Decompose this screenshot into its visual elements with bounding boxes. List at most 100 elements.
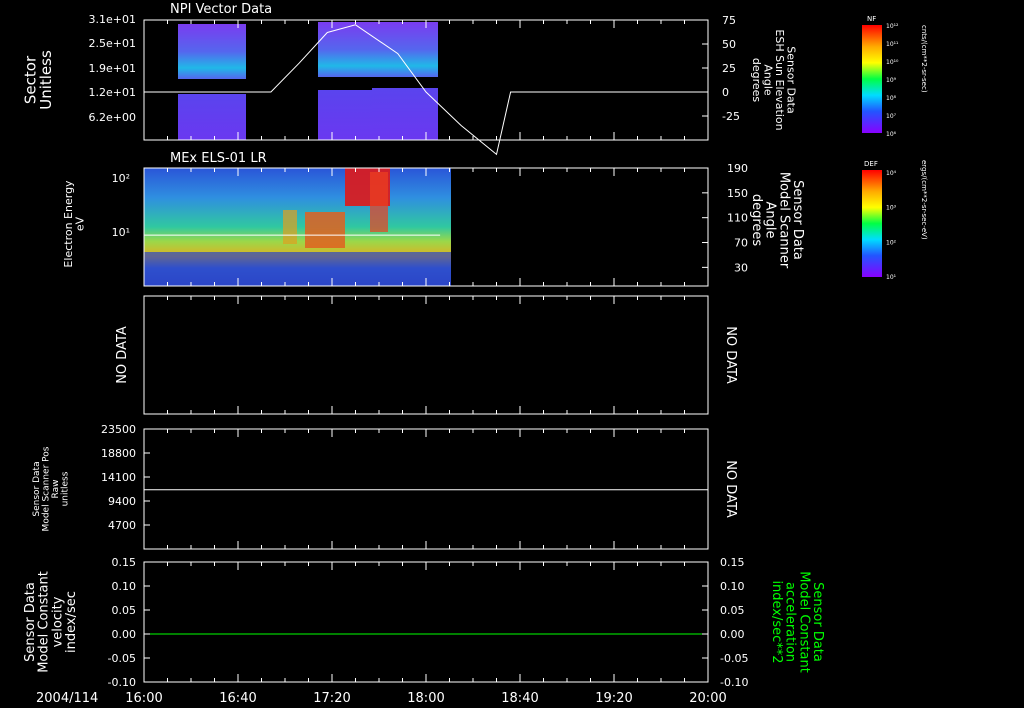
axis-title-left: Sensor DataModel Constantvelocityindex/s… <box>23 571 79 673</box>
ytick-label: 70 <box>734 237 748 250</box>
x-tick-label: 17:20 <box>313 691 350 706</box>
ytick-label: -0.10 <box>720 676 748 689</box>
x-tick-label: 16:00 <box>125 691 162 706</box>
ytick-label: 0 <box>722 86 729 99</box>
ytick-label: 0.05 <box>112 604 137 617</box>
axis-title-right: Sensor DataModel ScannerAngledegrees <box>749 172 805 269</box>
ytick-label: 14100 <box>101 471 136 484</box>
axis-title-right: Sensor DataModel Constantaccelerationind… <box>769 571 825 673</box>
colorbar-nf: NF 10¹² 10¹¹ 10¹⁰ 10⁹ 10⁸ 10⁷ 10⁶ cnts/(cm**2-… <box>862 15 928 138</box>
ytick-labels-left: 3.1e+01 2.5e+01 1.9e+01 1.2e+01 6.2e+00 <box>89 13 136 124</box>
ytick-label: 0.00 <box>720 628 745 641</box>
panel-frame <box>143 428 709 550</box>
colorbar-tick: 10⁴ <box>886 170 897 177</box>
panel-model-constant: 0.150.100.050.00-0.05-0.10 0.150.100.050… <box>23 556 825 689</box>
axis-title-line: degrees <box>749 194 764 247</box>
mex-time-series-plot: NPI Vector Data 3.1e+01 2.5e+01 1.9e+01 1.2… <box>21 2 928 706</box>
colorbar-def: DEF 10⁴ 10³ 10² 10¹ ergs/(cm**2-sr-sec-eV) <box>862 160 928 281</box>
axis-title-right: Sensor DataESH Sun ElevationAngledegrees <box>750 29 798 130</box>
els-hotspot <box>370 172 388 232</box>
panel-npi: NPI Vector Data 3.1e+01 2.5e+01 1.9e+01 1.2… <box>21 2 798 156</box>
ytick-label: 0.10 <box>112 580 137 593</box>
ytick-labels-left: 23500 18800 14100 9400 4700 <box>101 423 150 532</box>
colorbar-ticks: 10⁴ 10³ 10² 10¹ <box>886 170 897 281</box>
axis-title-line: degrees <box>750 58 763 103</box>
ytick-label: 9400 <box>108 495 136 508</box>
colorbar-tick: 10⁸ <box>886 95 897 102</box>
axis-title-line: Unitless <box>37 50 55 110</box>
ytick-label: 10¹ <box>112 226 130 239</box>
ytick-label: 75 <box>722 14 736 27</box>
colorbar-tick: 10⁷ <box>886 113 897 120</box>
ytick-label: 0.10 <box>720 580 745 593</box>
ytick-label: 25 <box>722 62 736 75</box>
x-tick-label: 18:00 <box>407 691 444 706</box>
colorbar-tick: 10⁶ <box>886 131 897 138</box>
x-tick-label: 19:20 <box>595 691 632 706</box>
els-hotspot <box>305 212 345 248</box>
axis-title-line: unitless <box>60 471 70 506</box>
ytick-label: 110 <box>727 212 748 225</box>
colorbar-tick: 10² <box>886 239 897 246</box>
ytick-label: -0.05 <box>108 652 136 665</box>
panel-frame <box>143 295 709 415</box>
axis-title-left: Electron EnergyeV <box>62 180 87 268</box>
colorbar-tick: 10¹⁰ <box>886 59 899 66</box>
ytick-label: 2.5e+01 <box>89 37 136 50</box>
ytick-label: 10² <box>112 172 130 185</box>
colorbar-label: NF <box>867 15 876 23</box>
ytick-label: 150 <box>727 187 748 200</box>
npi-block <box>372 22 438 77</box>
ytick-labels-right: 190 150 110 70 30 <box>702 162 748 274</box>
els-hotspot <box>283 210 297 244</box>
panel-els: MEx ELS-01 LR 10² 10¹ 190 150 110 70 30 Elect… <box>62 151 805 287</box>
els-band <box>144 252 451 286</box>
ytick-label: 4700 <box>108 519 136 532</box>
no-data-right: NO DATA <box>723 460 738 518</box>
ytick-label: 18800 <box>101 447 136 460</box>
x-tick-label: 16:40 <box>219 691 256 706</box>
x-tick-labels: 16:00 16:40 17:20 18:00 18:40 19:20 20:00 <box>125 691 726 706</box>
panel-empty: NO DATA NO DATA <box>115 295 738 415</box>
colorbar-label: DEF <box>864 160 878 168</box>
npi-block <box>178 24 246 79</box>
ytick-label: 6.2e+00 <box>89 111 136 124</box>
colorbar-tick: 10¹¹ <box>886 41 899 48</box>
no-data-right: NO DATA <box>723 326 738 384</box>
colorbar-gradient <box>862 25 882 133</box>
npi-block <box>318 90 372 140</box>
date-label: 2004/114 <box>36 691 98 706</box>
ytick-label: 0.15 <box>112 556 137 569</box>
no-data-left: NO DATA <box>115 326 130 384</box>
npi-data-blocks <box>178 22 438 140</box>
colorbar-tick: 10¹ <box>886 274 897 281</box>
x-axis: 2004/114 16:00 16:40 17:20 18:00 18:40 19:20 2… <box>36 691 727 706</box>
ytick-label: 0.00 <box>112 628 137 641</box>
npi-block <box>372 88 438 140</box>
npi-block <box>178 94 246 140</box>
panel-frame <box>143 561 709 683</box>
ytick-labels-right: 0.15 0.10 0.05 0.00 -0.05 -0.10 <box>702 556 748 689</box>
ytick-label: 190 <box>727 162 748 175</box>
ytick-label: -0.05 <box>720 652 748 665</box>
colorbar-unit: ergs/(cm**2-sr-sec-eV) <box>920 160 928 240</box>
ytick-labels-left: 10² 10¹ <box>112 172 130 239</box>
colorbar-gradient <box>862 170 882 277</box>
ytick-label: 0.15 <box>720 556 745 569</box>
x-tick-label: 20:00 <box>689 691 726 706</box>
ytick-label: 1.2e+01 <box>89 86 136 99</box>
colorbar-tick: 10³ <box>886 205 897 212</box>
ytick-label: -25 <box>722 110 740 123</box>
panel-scanner-pos: 23500 18800 14100 9400 4700 Sensor Data Model… <box>32 423 738 550</box>
ytick-label: 1.9e+01 <box>89 62 136 75</box>
ytick-label: 3.1e+01 <box>89 13 136 26</box>
ytick-label: 50 <box>722 38 736 51</box>
colorbar-tick: 10⁹ <box>886 77 897 84</box>
panel-title: MEx ELS-01 LR <box>170 151 267 166</box>
ytick-label: 30 <box>734 261 748 274</box>
x-tick-label: 18:40 <box>501 691 538 706</box>
colorbar-tick: 10¹² <box>886 23 899 30</box>
ytick-label: 23500 <box>101 423 136 436</box>
axis-title-left: SectorUnitless <box>21 50 55 110</box>
colorbar-unit: cnts/(cm**2-sr-sec) <box>920 25 928 93</box>
